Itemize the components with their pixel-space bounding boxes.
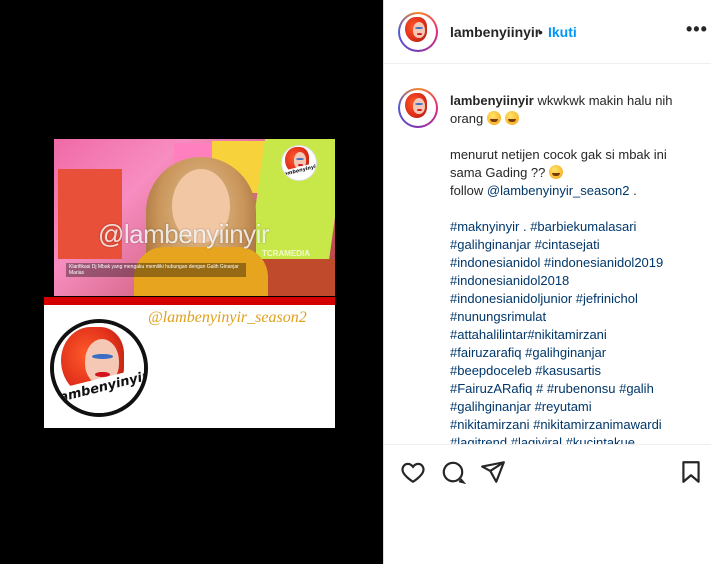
hashtag-line[interactable]: #fairuzarafiq #galihginanjar — [450, 344, 700, 362]
bookmark-icon[interactable] — [678, 459, 704, 485]
username-link[interactable]: lambenyiinyir — [450, 24, 540, 40]
hashtag-line[interactable]: #indonesianidol2018 — [450, 272, 700, 290]
promo-panel: @lambenyinyir_season2 lambenyinyir — [44, 305, 335, 428]
post-media[interactable]: lambenyinyir @lambenyiinyir TCRAMEDIA Kl… — [0, 0, 383, 564]
share-icon[interactable] — [480, 459, 506, 485]
grin-emoji-icon — [486, 111, 501, 125]
hashtag-line[interactable]: #maknyinyir . #barbiekumalasari — [450, 218, 700, 236]
promo-handle: @lambenyinyir_season2 — [148, 309, 307, 326]
promo-avatar: lambenyinyir — [50, 319, 148, 417]
rofl-emoji-icon — [504, 111, 519, 125]
separator-dot: • — [538, 24, 543, 40]
heart-icon[interactable] — [400, 459, 426, 485]
post-sidebar: lambenyiinyir • Ikuti ••• lambenyiinyir … — [383, 0, 711, 564]
video-frame[interactable]: lambenyinyir @lambenyiinyir TCRAMEDIA Kl… — [54, 139, 335, 296]
caption-follow-suffix: . — [633, 183, 637, 198]
hashtag-line[interactable]: #galihginanjar #reyutami — [450, 398, 700, 416]
red-divider — [44, 297, 335, 305]
caption-follow-prefix: follow — [450, 183, 484, 198]
hashtag-line[interactable]: #lagitrend #lagiviral #kucintakue — [450, 434, 700, 444]
caption-avatar[interactable] — [398, 88, 438, 128]
hashtag-line[interactable]: #nikitamirzani #nikitamirzanimawardi — [450, 416, 700, 434]
caption-section: lambenyiinyir wkwkwk makin halu nih oran… — [384, 64, 711, 444]
hashtag-line[interactable]: #indonesianidol #indonesianidol2019 — [450, 254, 700, 272]
more-options-button[interactable]: ••• — [686, 19, 708, 40]
video-watermark: @lambenyiinyir — [98, 219, 270, 249]
mention-link[interactable]: @lambenyinyir_season2 — [487, 183, 630, 198]
hashtag-line[interactable]: #galihginanjar #cintasejati — [450, 236, 700, 254]
watermark-avatar: lambenyinyir — [281, 145, 317, 181]
hashtag-line[interactable]: #beepdoceleb #kasusartis — [450, 362, 700, 380]
instagram-post: lambenyinyir @lambenyiinyir TCRAMEDIA Kl… — [0, 0, 711, 564]
follow-button[interactable]: Ikuti — [548, 24, 577, 40]
source-watermark: TCRAMEDIA — [262, 249, 310, 258]
caption-text: lambenyiinyir wkwkwk makin halu nih oran… — [450, 92, 700, 444]
grin-emoji-icon — [549, 165, 564, 179]
hashtag-line[interactable]: #nunungsrimulat — [450, 308, 700, 326]
action-bar — [384, 444, 711, 496]
comment-icon[interactable] — [440, 459, 466, 485]
profile-avatar[interactable] — [398, 12, 438, 52]
hashtag-list: #maknyinyir . #barbiekumalasari #galihgin… — [450, 218, 700, 444]
video-caption: Klarifikasi Dj Mbak yang mengaku memilik… — [66, 263, 246, 277]
caption-username[interactable]: lambenyiinyir — [450, 93, 534, 108]
hashtag-line[interactable]: #indonesianidoljunior #jefrinichol — [450, 290, 700, 308]
hashtag-line[interactable]: #FairuzARafiq # #rubenonsu #galih — [450, 380, 700, 398]
hashtag-line[interactable]: #attahalilintar#nikitamirzani — [450, 326, 700, 344]
post-header: lambenyiinyir • Ikuti ••• — [384, 0, 711, 64]
